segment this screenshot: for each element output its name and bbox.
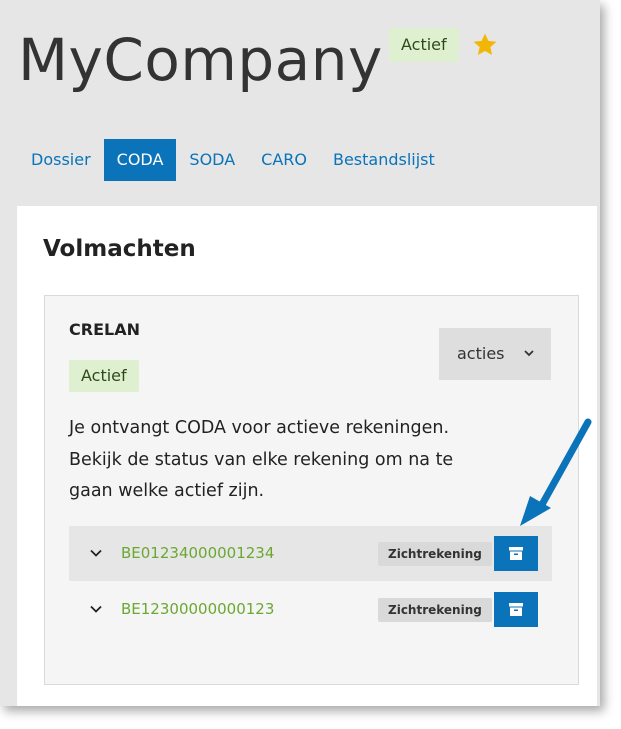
chevron-down-icon[interactable] (89, 604, 103, 614)
tab-bestandslijst[interactable]: Bestandslijst (320, 139, 448, 181)
account-row: BE12300000000123 Zichtrekening (69, 582, 552, 637)
tab-bar: Dossier CODA SODA CARO Bestandslijst (18, 139, 448, 181)
account-row: BE01234000001234 Zichtrekening (69, 526, 552, 581)
app-window: MyCompany Actief Dossier CODA SODA CARO … (0, 0, 600, 706)
account-type-badge: Zichtrekening (378, 598, 492, 622)
bank-name: CRELAN (69, 320, 140, 339)
star-icon[interactable] (471, 31, 499, 59)
archive-button[interactable] (494, 536, 538, 571)
tab-coda[interactable]: CODA (103, 139, 177, 181)
chevron-down-icon (524, 350, 534, 357)
section-title: Volmachten (43, 236, 196, 262)
status-badge: Actief (389, 28, 459, 62)
mandate-description: Je ontvangt CODA voor actieve rekeningen… (69, 418, 454, 501)
tab-dossier[interactable]: Dossier (18, 139, 104, 181)
tab-caro[interactable]: CARO (248, 139, 320, 181)
mandate-card: CRELAN Actief acties Je ontvangt CODA vo… (44, 295, 579, 685)
tab-soda[interactable]: SODA (176, 139, 248, 181)
chevron-down-icon[interactable] (89, 548, 103, 558)
company-title: MyCompany (18, 26, 383, 94)
archive-icon (509, 547, 523, 560)
page-header: MyCompany Actief Dossier CODA SODA CARO … (0, 0, 600, 206)
actions-dropdown-label: acties (457, 344, 505, 363)
archive-icon (509, 603, 523, 616)
account-type-badge: Zichtrekening (378, 542, 492, 566)
mandate-status-badge: Actief (69, 360, 139, 392)
actions-dropdown[interactable]: acties (439, 328, 551, 380)
archive-button[interactable] (494, 592, 538, 627)
account-number[interactable]: BE12300000000123 (121, 582, 274, 637)
content-panel: Volmachten CRELAN Actief acties Je ontva… (17, 206, 597, 706)
account-number[interactable]: BE01234000001234 (121, 526, 274, 581)
